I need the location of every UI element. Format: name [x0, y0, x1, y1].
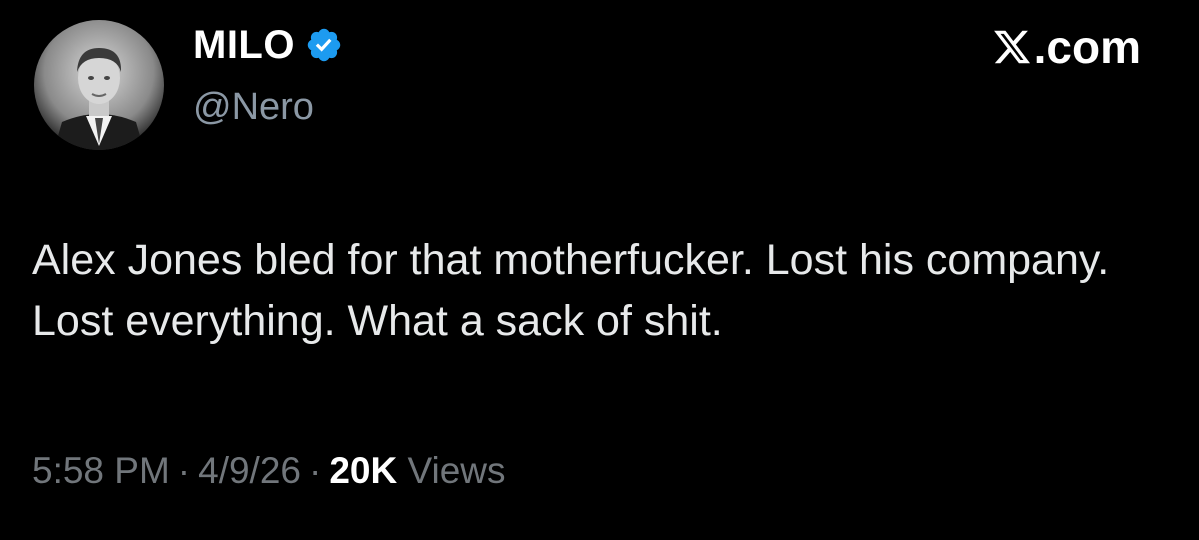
author-handle[interactable]: @Nero	[193, 84, 314, 130]
author-display-name[interactable]: MILO	[193, 22, 295, 68]
tweet-text: Alex Jones bled for that motherfucker. L…	[32, 236, 1110, 345]
meta-separator: ·	[177, 450, 191, 491]
views-label: Views	[407, 450, 506, 491]
x-logo-icon	[992, 27, 1032, 67]
tweet-date[interactable]: 4/9/26	[198, 450, 301, 491]
tweet-card: MILO @Nero .com Alex Jones bled for that…	[0, 0, 1199, 540]
views-count[interactable]: 20K	[329, 450, 397, 491]
avatar[interactable]	[34, 20, 164, 150]
author-name-row: MILO	[193, 22, 343, 68]
site-domain-text: .com	[1033, 21, 1141, 73]
tweet-time[interactable]: 5:58 PM	[32, 450, 170, 491]
verified-badge-icon	[305, 26, 343, 64]
profile-photo-icon	[34, 20, 164, 150]
site-brand: .com	[992, 22, 1141, 72]
meta-separator: ·	[309, 450, 322, 491]
tweet-meta: 5:58 PM · 4/9/26 · 20K Views	[32, 448, 506, 494]
